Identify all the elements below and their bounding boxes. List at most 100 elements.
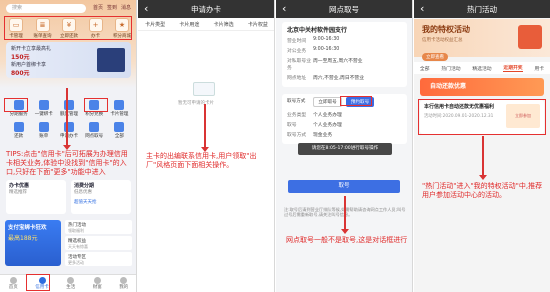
page-title: 网点取号 — [329, 4, 359, 14]
service-item[interactable]: 申请办卡 — [56, 122, 81, 139]
promo-banner[interactable]: 新开卡立享最高礼 150元 新用户首绑卡享 800元 — [6, 42, 131, 78]
back-arrow-icon[interactable]: ‹ — [282, 2, 286, 15]
service-label: 申请办卡 — [59, 134, 78, 139]
service-label: 网点取号 — [85, 134, 104, 139]
row-value: 周一至周五,周六不营业 — [313, 59, 363, 64]
service-label: 额度管理 — [59, 112, 78, 117]
back-arrow-icon[interactable]: ‹ — [420, 2, 424, 15]
service-label: 还款 — [14, 134, 24, 139]
row-value: 个人业务办理 — [313, 113, 342, 118]
top-tab-checkin[interactable]: 签到 — [106, 4, 118, 13]
card-title: 办卡优惠 — [9, 183, 30, 189]
filter-card-screen[interactable]: 卡片筛选 — [214, 21, 234, 28]
tab-queue-mode: 取号方式 — [287, 99, 306, 104]
tab-recent-draw[interactable]: 近期开奖 — [503, 64, 523, 72]
promo-title: 支付宝绑卡狂欢 — [8, 225, 47, 231]
row-key: 对私取号业务 — [287, 59, 311, 71]
annotation-arrow — [479, 136, 487, 180]
highlight-box — [4, 16, 132, 40]
row-key: 网点地址 — [287, 76, 307, 81]
highlight-box — [418, 99, 546, 135]
service-item[interactable]: 还款 — [6, 122, 31, 139]
tab-label: 首页 — [8, 285, 18, 290]
card-link[interactable]: 超值天天抢 — [74, 199, 128, 205]
tab-mine[interactable]: 我的 — [119, 277, 128, 290]
service-item[interactable]: 全部 — [107, 122, 132, 139]
form-row[interactable]: 业务类型 个人业务办理 — [287, 111, 402, 118]
service-item[interactable]: 一键绑卡 — [31, 100, 56, 117]
form-row[interactable]: 取号 个人业务办理 — [287, 121, 402, 128]
highlight-box — [84, 98, 108, 112]
privilege-hero[interactable]: 我的特权活动 信用卡活动权益汇总 立即查看 — [414, 19, 550, 61]
feature-card[interactable]: 办卡优惠 精选推荐 — [6, 180, 66, 214]
branch-queue-panel: ‹ 网点取号 北京中关村软件园支行 营业时间 9:00-16:30 对公业务 9:0… — [276, 0, 413, 292]
info-row: 网点地址 周六,不营业,周日不营业 — [287, 74, 402, 81]
service-item[interactable]: 网点取号 — [82, 122, 107, 139]
row-value: 个人业务办理 — [313, 123, 342, 128]
branch-name: 北京中关村软件园支行 — [287, 27, 348, 34]
hot-activity-panel: ‹ 热门活动 我的特权活动 信用卡活动权益汇总 立即查看 全部 热门活动 精选活… — [414, 0, 550, 292]
tab-all[interactable]: 全部 — [420, 65, 430, 72]
page-title: 热门活动 — [467, 4, 497, 14]
list-item[interactable]: 热门活动 领取福利 — [65, 220, 132, 234]
back-arrow-icon[interactable]: ‹ — [144, 2, 148, 15]
service-label: 卡片管理 — [110, 112, 129, 117]
promo-amount: 最高188元 — [8, 235, 38, 242]
nav-bar: ‹ 申请办卡 — [138, 0, 274, 18]
take-number-button[interactable]: 取号 — [288, 180, 400, 193]
card-sub: 精选推荐 — [9, 190, 27, 195]
tab-featured[interactable]: 精选活动 — [472, 65, 491, 72]
row-key: 业务类型 — [287, 113, 307, 118]
hero-button[interactable]: 立即查看 — [422, 53, 448, 61]
annotation-arrow — [201, 104, 209, 152]
list-item[interactable]: 精选权益 天天有惊喜 — [65, 236, 132, 250]
row-key: 取号 — [287, 123, 297, 128]
tab-life[interactable]: 生活 — [66, 277, 75, 290]
bottom-tabbar: 首页 信用卡 生活 财富 我的 — [0, 274, 136, 292]
activity-list: 热门活动 领取福利 精选权益 天天有惊喜 活动专区 更多活动 — [65, 220, 132, 268]
bill-icon — [38, 122, 49, 132]
toast-message: 请您在8:05-17:00进行取号操作 — [298, 143, 392, 155]
apply-card-panel: ‹ 申请办卡 卡片类型 卡片用途 卡片筛选 卡片权益 暂无可申请的卡片 主卡的出… — [138, 0, 275, 292]
filter-card-type[interactable]: 卡片类型 — [145, 21, 165, 28]
auto-repay-banner[interactable]: 自动还款优惠 — [420, 78, 544, 96]
credit-card-home-panel: 搜索 首页 签到 消息 ▭ 卡管理 ≣ 账单查询 ¥ 立即还款 + 办卡 ★ 积分商城 新… — [0, 0, 137, 292]
annotation-text: TIPS:点击"信用卡"后可拓展为办理信用卡相关业务,体验中没找到"信用卡"的入… — [6, 150, 128, 176]
service-item[interactable]: 额度管理 — [56, 100, 81, 117]
form-row[interactable]: 取号方式 现金业务 — [287, 131, 402, 138]
repay-icon — [13, 122, 24, 132]
annotation-text: 主卡的出编联系信用卡,用户领取"出厂"风格页面下面相关操作。 — [146, 152, 257, 169]
promo-card[interactable]: 支付宝绑卡狂欢 最高188元 — [5, 220, 61, 266]
row-key: 取号方式 — [287, 133, 307, 138]
tab-use-card[interactable]: 用卡 — [534, 65, 544, 72]
top-tab-messages[interactable]: 消息 — [120, 4, 132, 13]
feature-card[interactable]: 消费分期 低息优惠 超值天天抢 — [71, 180, 131, 214]
highlight-box — [4, 98, 28, 112]
info-row: 对私取号业务 周一至周五,周六不营业 — [287, 57, 402, 71]
page-title: 申请办卡 — [191, 4, 221, 14]
row-value: 9:00-16:30 — [313, 37, 340, 42]
tab-hot[interactable]: 热门活动 — [441, 65, 460, 72]
tab-instant-queue[interactable]: 立即取号 — [313, 97, 342, 107]
filter-bar: 卡片类型 卡片用途 卡片筛选 卡片权益 — [138, 19, 274, 31]
row-key: 对公业务 — [287, 49, 307, 54]
filter-card-rights[interactable]: 卡片权益 — [248, 21, 268, 28]
info-row: 对公业务 9:00-16:30 — [287, 47, 402, 54]
search-input[interactable]: 搜索 — [6, 4, 86, 13]
service-item[interactable]: 卡片管理 — [107, 100, 132, 117]
annotation-arrow — [63, 88, 71, 150]
tab-label: 生活 — [66, 285, 76, 290]
tab-home[interactable]: 首页 — [9, 277, 18, 290]
service-item[interactable]: 账单 — [31, 122, 56, 139]
life-icon — [67, 277, 75, 284]
activity-tabs: 全部 热门活动 精选活动 近期开奖 用卡 — [414, 62, 550, 74]
list-item[interactable]: 活动专区 更多活动 — [65, 252, 132, 266]
info-row: 营业时间 9:00-16:30 — [287, 37, 402, 44]
annotation-text: 网点取号一般不是取号,这是对话框进行 — [286, 236, 408, 244]
tab-wealth[interactable]: 财富 — [93, 277, 102, 290]
top-tab-home[interactable]: 首页 — [92, 4, 104, 13]
card-title: 消费分期 — [74, 183, 95, 189]
nav-bar: ‹ 热门活动 — [414, 0, 550, 18]
service-label: 全部 — [114, 134, 124, 139]
filter-card-use[interactable]: 卡片用途 — [179, 21, 199, 28]
